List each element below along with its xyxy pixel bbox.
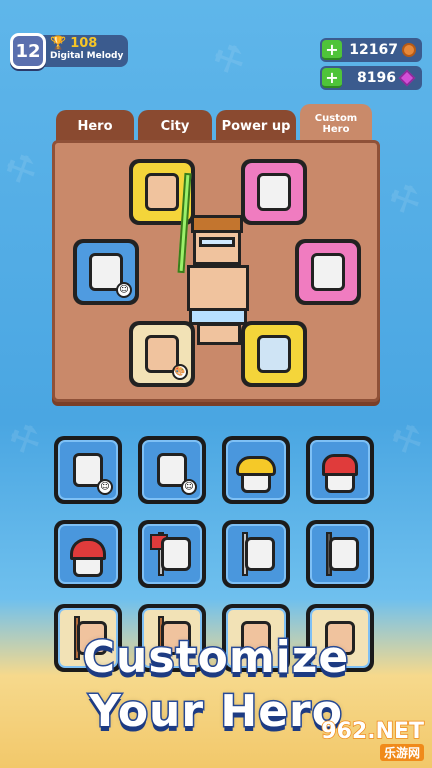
trophy-count: 108 bbox=[70, 36, 98, 51]
background-hammer-icon: ⚒ bbox=[384, 415, 430, 465]
tab-hero[interactable]: Hero bbox=[56, 110, 134, 142]
add-gems-button[interactable]: + bbox=[322, 68, 342, 88]
hero-hair bbox=[191, 215, 243, 233]
trophy-row: 🏆 108 bbox=[50, 35, 128, 51]
watermark-logo: 962.NET 乐游网 bbox=[321, 718, 425, 762]
watermark-sub: 乐游网 bbox=[379, 744, 424, 761]
inventory-item-red-beanie[interactable] bbox=[54, 520, 122, 588]
slot-face[interactable]: ☺ bbox=[73, 239, 139, 305]
hero-legs bbox=[197, 323, 241, 345]
hero-customization-panel: ☺ 🎨 bbox=[52, 140, 380, 402]
outfit-icon bbox=[311, 253, 345, 291]
emote-icon: ☺ bbox=[97, 479, 113, 495]
hero-glasses bbox=[199, 237, 235, 247]
palette-icon: 🎨 bbox=[172, 364, 188, 380]
inventory-item-sword[interactable] bbox=[306, 520, 374, 588]
add-coins-button[interactable]: + bbox=[322, 40, 342, 60]
tab-power-up[interactable]: Power up bbox=[216, 110, 296, 142]
gems-counter: + 8196 bbox=[320, 66, 422, 90]
inventory-item-hardhat[interactable] bbox=[222, 436, 290, 504]
emote-icon: ☺ bbox=[181, 479, 197, 495]
tab-custom-hero[interactable]: Custom Hero bbox=[300, 104, 372, 144]
slot-outfit[interactable] bbox=[295, 239, 361, 305]
watermark-brand: 962.NET bbox=[321, 718, 425, 745]
player-name: Digital Melody bbox=[50, 51, 124, 61]
coin-icon bbox=[402, 43, 416, 57]
background-hammer-icon: ⚒ bbox=[382, 175, 428, 225]
figure-icon bbox=[245, 537, 276, 571]
emote-icon: ☺ bbox=[116, 282, 132, 298]
background-hammer-icon: ⚒ bbox=[0, 145, 44, 195]
inventory-item-battle-axe[interactable] bbox=[222, 520, 290, 588]
figure-icon bbox=[161, 537, 192, 571]
inventory-item-axe[interactable] bbox=[138, 520, 206, 588]
inventory-item-face[interactable]: ☺ bbox=[54, 436, 122, 504]
tab-city[interactable]: City bbox=[138, 110, 212, 142]
caption-line-1: Customize bbox=[81, 631, 350, 685]
trophy-icon: 🏆 bbox=[50, 36, 67, 51]
coins-counter: + 12167 bbox=[320, 38, 422, 62]
figure-icon bbox=[329, 537, 360, 571]
background-hammer-icon: ⚒ bbox=[206, 35, 252, 85]
coins-value: 12167 bbox=[349, 42, 398, 58]
inventory-item-face[interactable]: ☺ bbox=[138, 436, 206, 504]
inventory-item-red-cap[interactable] bbox=[306, 436, 374, 504]
hardhat-icon bbox=[236, 456, 276, 476]
player-profile[interactable]: 🏆 108 Digital Melody bbox=[38, 35, 128, 67]
hero-body bbox=[187, 265, 249, 311]
red-beanie-icon bbox=[70, 538, 106, 560]
level-badge: 12 bbox=[10, 33, 46, 69]
background-hammer-icon: ⚒ bbox=[2, 415, 48, 465]
gems-value: 8196 bbox=[357, 70, 396, 86]
hero-preview bbox=[171, 172, 271, 353]
gem-icon bbox=[398, 69, 416, 87]
red-cap-icon bbox=[322, 454, 358, 476]
